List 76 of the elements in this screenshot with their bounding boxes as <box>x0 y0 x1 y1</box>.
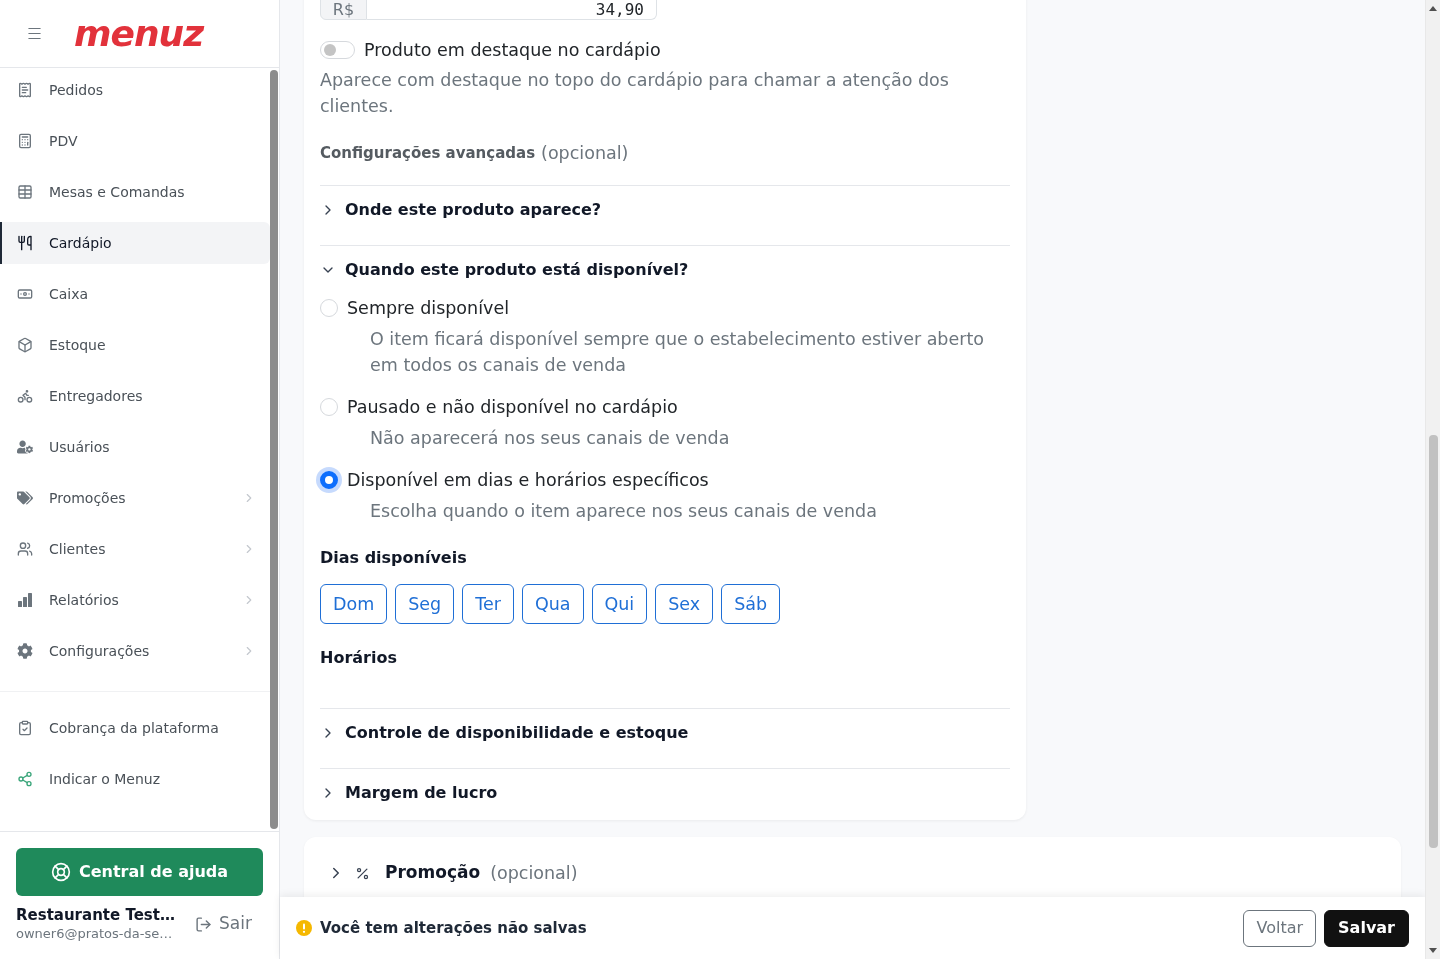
price-field[interactable]: 34,90 <box>367 0 657 20</box>
lifebuoy-icon <box>50 862 71 882</box>
table-grid-icon <box>17 184 33 200</box>
user-gear-icon <box>17 439 33 455</box>
bicycle-icon <box>17 388 33 404</box>
day-toggle[interactable]: Ter <box>462 584 514 624</box>
receipt-icon <box>17 82 33 98</box>
option-description: O item ficará disponível sempre que o estabelecimento estiver aberto em todos os canais de venda <box>369 328 985 377</box>
day-toggle[interactable]: Qui <box>591 584 648 624</box>
nav-item[interactable]: Mesas e Comandas <box>0 171 270 213</box>
field-label: Horários <box>320 647 398 669</box>
menu-button[interactable] <box>26 25 43 42</box>
banknote-icon <box>17 286 33 302</box>
nav-item[interactable]: Configurações <box>0 630 270 672</box>
clipboard-check-icon <box>17 720 33 736</box>
radio-button[interactable] <box>316 467 342 493</box>
optional-note: (opcional) <box>541 141 629 165</box>
help-button[interactable]: Central de ajuda <box>16 848 263 896</box>
field-label: Dias disponíveis <box>320 547 468 569</box>
scrollbar-thumb[interactable] <box>1428 435 1438 848</box>
scroll-down-arrow-icon[interactable] <box>1429 948 1437 953</box>
nav-item[interactable]: Entregadores <box>0 375 270 417</box>
unsaved-message: Você tem alterações não salvas <box>320 917 587 939</box>
box-icon <box>17 337 33 353</box>
scrollbar[interactable] <box>1425 0 1440 959</box>
day-toggle[interactable]: Dom <box>320 584 388 624</box>
toggle-switch[interactable] <box>320 41 355 59</box>
accordion-header[interactable]: Quando este produto está disponível? <box>320 246 1010 296</box>
calculator-icon <box>17 133 33 149</box>
nav-item[interactable]: Pedidos <box>0 69 270 111</box>
fork-knife-icon <box>17 235 33 251</box>
logo: menuz <box>74 15 204 52</box>
nav-item[interactable]: Clientes <box>0 528 270 570</box>
accordion-header[interactable]: Onde este produto aparece? <box>320 186 1010 245</box>
nav-item[interactable]: Cobrança da plataforma <box>0 707 270 749</box>
toggle-description: Aparece com destaque no topo do cardápio para chamar a atenção dos clientes. <box>320 69 950 118</box>
share-icon <box>17 771 33 787</box>
section-heading: Configurações avançadas <box>320 142 536 164</box>
logout-button[interactable]: Sair <box>195 911 263 937</box>
percent-icon <box>355 865 370 881</box>
accordion-header[interactable]: Margem de lucro <box>320 769 1010 820</box>
nav-item[interactable]: Cardápio <box>0 222 270 264</box>
tags-icon <box>17 490 33 506</box>
day-toggle[interactable]: Qua <box>521 584 584 624</box>
option-label: Sempre disponível <box>347 297 509 320</box>
nav-item[interactable]: Indicar o Menuz <box>0 758 270 800</box>
account-email: owner6@pratos-da-se… <box>16 925 174 942</box>
scroll-up-arrow-icon[interactable] <box>1429 6 1437 11</box>
save-button[interactable]: Salvar <box>1324 909 1409 947</box>
day-toggle[interactable]: Sáb <box>721 584 781 624</box>
warning-icon <box>296 920 312 936</box>
users-icon <box>17 541 33 557</box>
scrollbar[interactable] <box>270 70 278 829</box>
back-button[interactable]: Voltar <box>1243 909 1317 947</box>
toggle-label: Produto em destaque no cardápio <box>364 39 661 62</box>
nav-item[interactable]: PDV <box>0 120 270 162</box>
radio-button[interactable] <box>320 398 338 416</box>
account-name: Restaurante Test… <box>16 906 175 925</box>
radio-button[interactable] <box>320 299 338 317</box>
accordion-header[interactable]: Controle de disponibilidade e estoque <box>320 709 1010 768</box>
settings-icon <box>17 643 33 659</box>
option-description: Escolha quando o item aparece nos seus canais de venda <box>369 500 878 523</box>
logout-icon <box>195 915 213 933</box>
nav-item[interactable]: Estoque <box>0 324 270 366</box>
accordion-header[interactable]: Promoção (opcional) <box>327 861 578 885</box>
nav-item[interactable]: Relatórios <box>0 579 270 621</box>
currency-addon: R$ <box>320 0 367 20</box>
option-description: Não aparecerá nos seus canais de venda <box>369 427 731 450</box>
nav-item[interactable]: Promoções <box>0 477 270 519</box>
day-toggle[interactable]: Sex <box>655 584 714 624</box>
bar-chart-icon <box>17 592 33 608</box>
option-label: Pausado e não disponível no cardápio <box>347 396 678 419</box>
nav-item[interactable]: Usuários <box>0 426 270 468</box>
option-label: Disponível em dias e horários específicos <box>347 469 709 492</box>
nav-item[interactable]: Caixa <box>0 273 270 315</box>
day-toggle[interactable]: Seg <box>395 584 455 624</box>
